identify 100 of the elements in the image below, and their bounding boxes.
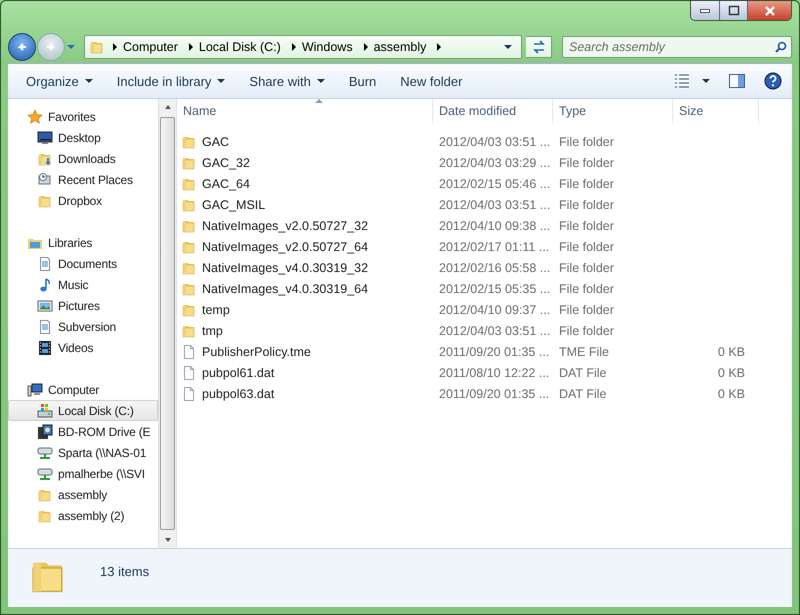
network-drive-icon — [37, 466, 53, 482]
column-header[interactable]: Type — [553, 99, 673, 123]
file-name[interactable]: NativeImages_v4.0.30319_32 — [202, 260, 368, 274]
nav-item[interactable]: Documents — [8, 253, 158, 274]
nav-item[interactable]: Music — [8, 274, 158, 295]
chevron-icon — [188, 42, 194, 52]
table-cell-text: 2011/09/20 01:35 ... — [438, 344, 550, 358]
column-header[interactable]: Date modified — [433, 99, 553, 123]
table-cell-text: 2012/02/15 05:46 ... — [438, 176, 552, 190]
chevron-icon — [362, 42, 369, 52]
table-cell-text: File folder — [558, 134, 615, 148]
nav-item[interactable]: assembly (2) — [8, 505, 158, 526]
picture-icon — [37, 298, 53, 314]
table-cell-text: File folder — [558, 176, 615, 190]
back-button[interactable] — [8, 33, 36, 61]
computer-icon — [27, 382, 43, 398]
table-cell-text: 2012/04/10 09:37 ... — [438, 302, 552, 316]
caret-icon — [66, 43, 76, 51]
file-name[interactable]: temp — [202, 302, 230, 316]
file-icon — [181, 344, 197, 360]
close-button[interactable] — [747, 1, 791, 20]
toolbar-button[interactable]: New folder — [388, 70, 474, 92]
refresh-button[interactable] — [526, 36, 552, 58]
file-name[interactable]: GAC — [202, 134, 230, 148]
close-icon — [764, 4, 776, 16]
table-cell-text: 2011/09/20 01:35 ... — [438, 386, 550, 400]
breadcrumb[interactable]: Computer — [123, 40, 178, 54]
toolbar-button[interactable]: Organize — [14, 70, 105, 92]
file-name[interactable]: GAC_64 — [202, 176, 250, 190]
nav-item[interactable]: Videos — [8, 337, 158, 358]
column-header[interactable]: Size — [673, 99, 759, 123]
nav-item[interactable]: Dropbox — [8, 190, 158, 211]
chevron-icon — [290, 42, 297, 52]
file-name[interactable]: NativeImages_v2.0.50727_32 — [202, 218, 368, 232]
file-icon — [181, 364, 197, 380]
nav-item[interactable]: assembly — [8, 484, 158, 505]
table-cell-text: 0 KB — [716, 344, 746, 358]
refresh-icon — [530, 39, 546, 55]
toolbar-button[interactable]: Share with — [237, 70, 337, 92]
table-cell-text: 2011/08/10 12:22 ... — [438, 366, 550, 380]
maximize-icon — [728, 4, 740, 16]
nav-group[interactable]: Favorites — [8, 106, 158, 127]
file-name[interactable]: GAC_MSIL — [202, 198, 266, 212]
item-count: 13 items — [100, 564, 150, 579]
sort-arrow-icon — [315, 99, 323, 103]
table-cell-text: File folder — [558, 198, 615, 212]
table-cell-text: 2012/04/03 03:51 ... — [438, 134, 552, 148]
chevron-icon — [112, 42, 118, 52]
nav-group[interactable]: Libraries — [8, 232, 158, 253]
nav-item[interactable]: BD-ROM Drive (E — [8, 421, 158, 442]
file-name[interactable]: NativeImages_v4.0.30319_64 — [202, 282, 368, 296]
folder-icon — [89, 39, 105, 55]
nav-item[interactable]: pmalherbe (\\SVI — [8, 463, 158, 484]
file-icon — [181, 386, 197, 402]
table-cell-text: 2012/04/03 03:29 ... — [438, 156, 552, 170]
recent-pages-button[interactable] — [66, 43, 76, 51]
table-cell-text: File folder — [558, 324, 615, 338]
nav-item[interactable]: Sparta (\\NAS-01 — [8, 442, 158, 463]
down-arrow-icon — [164, 537, 172, 543]
network-drive-icon — [37, 444, 53, 460]
document-icon — [37, 318, 53, 334]
nav-item[interactable]: Pictures — [8, 295, 158, 316]
list-view-icon — [674, 73, 690, 89]
address-bar[interactable]: Computer Local Disk (C:) Windows assembly — [84, 35, 522, 59]
table-cell-text: DAT File — [558, 366, 608, 380]
nav-item[interactable]: Desktop — [8, 127, 158, 148]
table-cell-text: File folder — [558, 260, 615, 274]
toolbar-button[interactable]: Burn — [336, 70, 388, 92]
breadcrumb[interactable]: assembly — [374, 40, 426, 54]
file-name[interactable]: GAC_32 — [202, 156, 250, 170]
toolbar-button[interactable]: Include in library — [104, 70, 238, 92]
search-icon — [774, 41, 787, 54]
table-cell-text: 0 KB — [716, 366, 746, 380]
file-name[interactable]: PublisherPolicy.tme — [202, 344, 311, 358]
nav-item[interactable]: Downloads — [8, 148, 158, 169]
table-cell-text: 2012/04/10 09:38 ... — [438, 218, 552, 232]
file-name[interactable]: pubpol63.dat — [202, 386, 274, 400]
table-cell-text: File folder — [558, 302, 615, 316]
breadcrumb[interactable]: Windows — [302, 40, 353, 54]
minimize-icon — [700, 8, 710, 12]
table-cell-text: File folder — [558, 156, 615, 170]
table-cell-text: 2012/04/03 03:51 ... — [438, 198, 552, 212]
nav-item[interactable]: Subversion — [8, 316, 158, 337]
search-field[interactable]: Search assembly — [562, 36, 792, 58]
nav-group[interactable]: Computer — [8, 379, 158, 400]
nav-item[interactable]: Local Disk (C:) — [8, 400, 158, 421]
breadcrumb[interactable]: Local Disk (C:) — [198, 40, 281, 54]
file-name[interactable]: pubpol61.dat — [202, 366, 274, 380]
nav-item[interactable]: Recent Places — [8, 169, 158, 190]
file-name[interactable]: tmp — [202, 324, 223, 338]
help-icon — [764, 72, 782, 90]
table-cell-text: 2012/02/17 01:11 ... — [438, 240, 550, 254]
chevron-icon — [436, 42, 442, 52]
minimize-button[interactable] — [691, 1, 719, 20]
document-icon — [37, 256, 53, 272]
preview-pane-icon — [728, 73, 746, 89]
up-arrow-icon — [164, 104, 172, 110]
file-name[interactable]: NativeImages_v2.0.50727_64 — [202, 240, 368, 254]
caret-icon — [702, 79, 710, 83]
maximize-button[interactable] — [719, 1, 747, 20]
